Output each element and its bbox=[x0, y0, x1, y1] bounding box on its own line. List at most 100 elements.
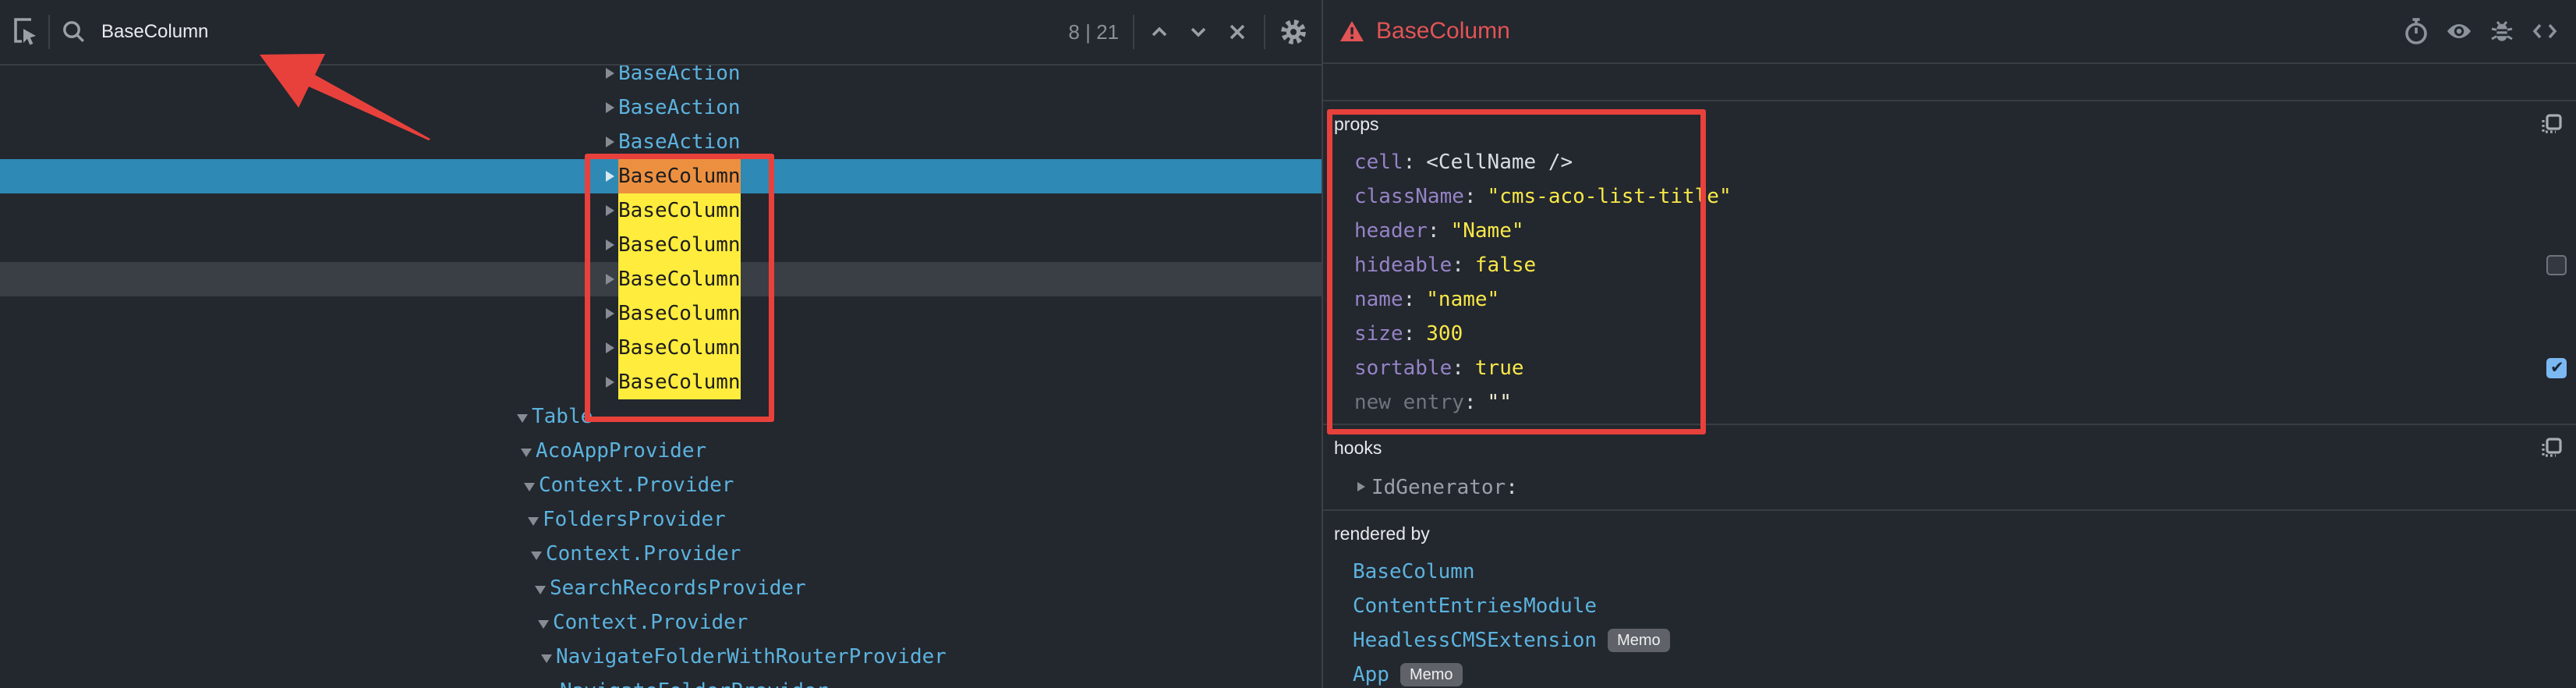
tree-row[interactable]: BaseAction bbox=[0, 66, 1322, 90]
props-list: cell: <CellName /> className: "cms-aco-l… bbox=[1323, 145, 2576, 420]
prop-colon: : bbox=[1464, 185, 1477, 208]
hook-caret-icon[interactable] bbox=[1354, 481, 1367, 494]
search-input[interactable]: BaseColumn bbox=[101, 21, 208, 43]
tree-caret-icon[interactable] bbox=[603, 239, 615, 251]
tree-row[interactable]: BaseColumn bbox=[0, 262, 1322, 296]
prop-value[interactable]: "Name" bbox=[1451, 219, 1524, 243]
tree-row[interactable]: NavigateFolderProvider bbox=[0, 674, 1322, 688]
tree-row[interactable]: SearchRecordsProvider bbox=[0, 571, 1322, 605]
hook-row[interactable]: IdGenerator: bbox=[1323, 470, 2576, 505]
tree-caret-icon[interactable] bbox=[603, 204, 615, 217]
prop-value[interactable]: 300 bbox=[1426, 322, 1463, 346]
prop-key: size bbox=[1354, 322, 1403, 346]
tree-row[interactable]: Context.Provider bbox=[0, 605, 1322, 640]
tree-caret-icon[interactable] bbox=[603, 101, 615, 114]
component-name: BaseColumn bbox=[618, 159, 741, 193]
tree-row[interactable]: Table bbox=[0, 399, 1322, 434]
next-result-button[interactable] bbox=[1184, 18, 1212, 46]
tree-row[interactable]: Context.Provider bbox=[0, 537, 1322, 571]
tree-caret-icon[interactable] bbox=[534, 582, 547, 594]
previous-result-button[interactable] bbox=[1145, 18, 1173, 46]
tree-row[interactable]: FoldersProvider bbox=[0, 502, 1322, 537]
tree-caret-icon[interactable] bbox=[540, 651, 553, 663]
rendered-by-list: BaseColumn ContentEntriesModule Headless… bbox=[1323, 555, 2576, 688]
tree-caret-icon[interactable] bbox=[530, 548, 543, 560]
tree-row[interactable]: BaseAction bbox=[0, 125, 1322, 159]
prop-value[interactable]: false bbox=[1475, 254, 1536, 277]
prop-checkbox-checked[interactable] bbox=[2546, 358, 2567, 378]
tree-row[interactable]: BaseColumn bbox=[0, 159, 1322, 193]
rendered-by-item[interactable]: HeadlessCMSExtension Memo bbox=[1323, 623, 2576, 658]
prop-row[interactable]: className: "cms-aco-list-title" bbox=[1323, 179, 2576, 214]
details-title-row: BaseColumn bbox=[1323, 0, 2576, 64]
rendered-by-item[interactable]: App Memo bbox=[1323, 658, 2576, 688]
prop-value[interactable]: "cms-aco-list-title" bbox=[1488, 185, 1732, 208]
tree-row[interactable]: BaseColumn bbox=[0, 193, 1322, 228]
tree-caret-icon[interactable] bbox=[537, 616, 550, 629]
tree-row[interactable]: Context.Provider bbox=[0, 468, 1322, 502]
settings-button[interactable] bbox=[1278, 16, 1309, 48]
prop-row[interactable]: name: "name" bbox=[1323, 282, 2576, 317]
rendered-by-item[interactable]: ContentEntriesModule bbox=[1323, 589, 2576, 623]
copy-props-button[interactable] bbox=[2539, 111, 2565, 137]
copy-icon bbox=[2539, 434, 2565, 461]
tree-caret-icon[interactable] bbox=[603, 307, 615, 320]
prop-value[interactable]: true bbox=[1475, 356, 1524, 380]
memo-badge: Memo bbox=[1400, 663, 1463, 686]
suspend-component-button[interactable] bbox=[2401, 16, 2431, 46]
component-name: BaseColumn bbox=[618, 262, 741, 296]
tree-caret-icon[interactable] bbox=[520, 445, 533, 457]
inspect-element-button[interactable] bbox=[9, 15, 41, 49]
prop-value[interactable]: "" bbox=[1488, 391, 1512, 414]
prop-value[interactable]: "name" bbox=[1426, 288, 1499, 311]
toolbar-divider bbox=[48, 15, 50, 49]
tree-row[interactable]: AcoAppProvider bbox=[0, 434, 1322, 468]
component-name: BaseColumn bbox=[618, 296, 741, 331]
tree-row[interactable]: BaseColumn bbox=[0, 228, 1322, 262]
prop-row[interactable]: new entry: "" bbox=[1323, 385, 2576, 420]
prop-checkbox-unchecked[interactable] bbox=[2546, 255, 2567, 275]
prop-row[interactable]: size: 300 bbox=[1323, 317, 2576, 351]
copy-hooks-button[interactable] bbox=[2539, 434, 2565, 461]
tree-row[interactable]: BaseAction bbox=[0, 90, 1322, 125]
inspect-dom-button[interactable] bbox=[2443, 16, 2475, 46]
tree-caret-icon[interactable] bbox=[516, 410, 529, 423]
component-name: FoldersProvider bbox=[543, 502, 726, 537]
prop-key: sortable bbox=[1354, 356, 1452, 380]
tree-caret-icon[interactable] bbox=[603, 136, 615, 148]
prop-row[interactable]: header: "Name" bbox=[1323, 214, 2576, 248]
view-source-button[interactable] bbox=[2529, 17, 2560, 45]
tree-caret-icon[interactable] bbox=[603, 342, 615, 354]
tree-caret-icon[interactable] bbox=[603, 170, 615, 183]
prop-row[interactable]: sortable: true bbox=[1323, 351, 2576, 385]
tree-row[interactable]: BaseColumn bbox=[0, 331, 1322, 365]
tree-caret-icon[interactable] bbox=[527, 513, 540, 526]
tree-row[interactable]: NavigateFolderWithRouterProvider bbox=[0, 640, 1322, 674]
tree-caret-icon[interactable] bbox=[603, 376, 615, 388]
chevron-down-icon bbox=[1184, 18, 1212, 46]
prop-colon: : bbox=[1403, 151, 1416, 174]
prop-key: new entry bbox=[1354, 391, 1464, 414]
tree-row[interactable]: BaseColumn bbox=[0, 365, 1322, 399]
prop-row[interactable]: cell: <CellName /> bbox=[1323, 145, 2576, 179]
react-devtools-components-panel: BaseColumn 8 | 21 bbox=[0, 0, 2576, 688]
selected-component-title: BaseColumn bbox=[1376, 18, 1510, 44]
tree-caret-icon[interactable] bbox=[544, 685, 557, 688]
component-name: BaseColumn bbox=[618, 331, 741, 365]
tree-caret-icon[interactable] bbox=[523, 479, 536, 491]
chevron-up-icon bbox=[1145, 18, 1173, 46]
prop-value[interactable]: <CellName /> bbox=[1426, 151, 1573, 174]
component-name: BaseAction bbox=[618, 90, 741, 125]
hook-colon: : bbox=[1506, 476, 1518, 499]
prop-key: cell bbox=[1354, 151, 1403, 174]
clear-search-button[interactable] bbox=[1223, 18, 1251, 46]
tree-caret-icon[interactable] bbox=[603, 67, 615, 80]
tree-caret-icon[interactable] bbox=[603, 273, 615, 285]
component-name: BaseColumn bbox=[618, 193, 741, 228]
tree-row[interactable]: BaseColumn bbox=[0, 296, 1322, 331]
rendered-by-item[interactable]: BaseColumn bbox=[1323, 555, 2576, 589]
toolbar-divider bbox=[1133, 15, 1134, 49]
toolbar-divider bbox=[1264, 15, 1265, 49]
log-to-console-button[interactable] bbox=[2487, 16, 2517, 46]
prop-row[interactable]: hideable: false bbox=[1323, 248, 2576, 282]
